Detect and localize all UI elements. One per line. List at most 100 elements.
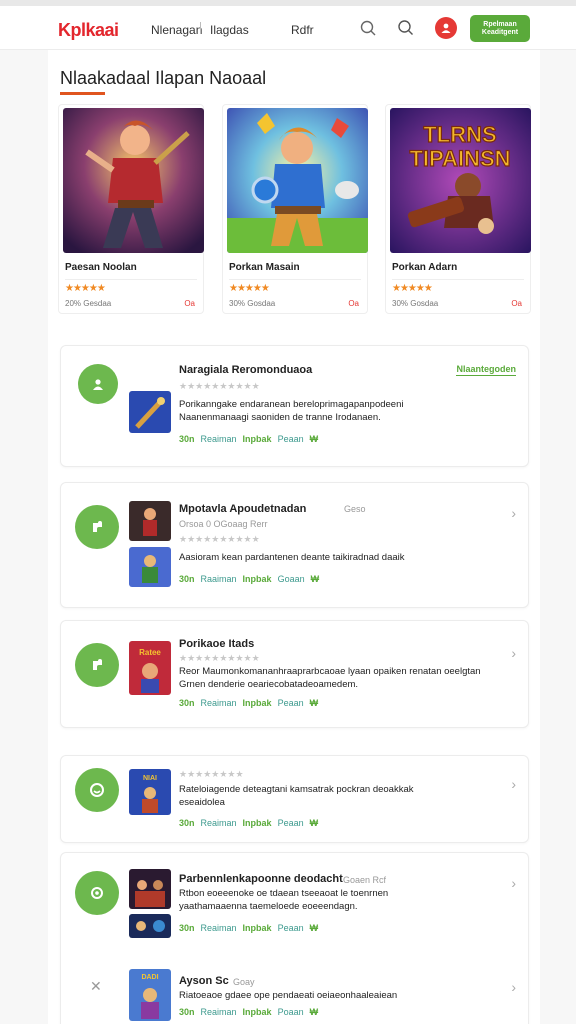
status-badge[interactable]: Nlaantegoden bbox=[456, 364, 516, 376]
rating-stars: ★★★★★★★★ bbox=[179, 769, 244, 779]
list-title: Parbennlenkapoonne deodacht bbox=[179, 873, 343, 885]
action-share[interactable]: Peaan bbox=[278, 434, 304, 444]
nav-link-3[interactable]: Rdfr bbox=[291, 23, 314, 37]
site-header: Kplkaai Nlenagan Ilagdas Rdfr Rpelmaan K… bbox=[0, 6, 576, 50]
action-review[interactable]: Reaiman bbox=[201, 818, 237, 828]
action-price[interactable]: ₩ bbox=[310, 434, 319, 444]
divider bbox=[392, 279, 524, 280]
list-actions: 30n Reaiman Inpbak Poaan ₩ bbox=[179, 1007, 324, 1017]
list-title: Porikaoe Itads bbox=[179, 638, 255, 650]
action-review[interactable]: Raaiman bbox=[201, 574, 237, 584]
user-icon bbox=[441, 23, 451, 33]
action-price[interactable]: ₩ bbox=[310, 698, 319, 708]
svg-text:DADI: DADI bbox=[141, 974, 158, 981]
action-time: 30n bbox=[179, 574, 195, 584]
featured-download[interactable]: Oa bbox=[348, 299, 359, 308]
list-desc-line2: yaathamaaenna taemeloede eoeeendagn. bbox=[179, 901, 358, 912]
list-title: Mpotavla Apoudetnadan bbox=[179, 503, 307, 515]
list-title-suffix: Goay bbox=[233, 977, 255, 987]
search-icon[interactable] bbox=[358, 18, 378, 38]
list-actions: 30n Raaiman Inpbak Goaan ₩ bbox=[179, 574, 325, 584]
action-price[interactable]: ₩ bbox=[311, 574, 320, 584]
user-avatar-icon bbox=[78, 364, 118, 404]
featured-meta: 30% Gosdaa bbox=[392, 299, 439, 308]
featured-art-2 bbox=[227, 108, 368, 253]
featured-card-2[interactable]: Porkan Masain ★★★★★ 30% Gosdaa Oa bbox=[222, 104, 368, 314]
site-logo[interactable]: Kplkaai bbox=[58, 20, 119, 41]
rating-stars: ★★★★★★★★★★ bbox=[179, 381, 260, 391]
action-share[interactable]: Poaan bbox=[278, 1007, 304, 1017]
featured-card-3[interactable]: TLRNS TIPAINSN Porkan Adarn ★★★★★ 30% Go… bbox=[385, 104, 531, 314]
action-time: 30n bbox=[179, 1007, 195, 1017]
featured-meta: 20% Gesdaa bbox=[65, 299, 112, 308]
featured-download[interactable]: Oa bbox=[184, 299, 195, 308]
list-desc-line2: eseaidolea bbox=[179, 797, 225, 808]
rating-stars: ★★★★★ bbox=[65, 283, 106, 294]
action-time: 30n bbox=[179, 818, 195, 828]
list-thumbnail: NIAI bbox=[129, 769, 171, 815]
action-price[interactable]: ₩ bbox=[310, 923, 319, 933]
chevron-right-icon[interactable]: › bbox=[511, 776, 516, 792]
gear-icon bbox=[75, 871, 119, 915]
action-feedback[interactable]: Inpbak bbox=[243, 818, 272, 828]
list-card-2[interactable]: Mpotavla Apoudetnadan Geso Orsoa 0 OGoaa… bbox=[60, 482, 529, 608]
puzzle-icon bbox=[75, 505, 119, 549]
user-avatar-button[interactable] bbox=[435, 17, 457, 39]
list-card-3[interactable]: Ratee Porikaoe Itads ★★★★★★★★★★ Reor Mau… bbox=[60, 620, 529, 728]
puzzle-icon bbox=[75, 643, 119, 687]
list-card-4[interactable]: NIAI ★★★★★★★★ Rateloiagende deteagtani k… bbox=[60, 755, 529, 843]
list-desc-line2: Naanenmanaagi saoniden de tranne Irodana… bbox=[179, 412, 381, 423]
action-feedback[interactable]: Inpbak bbox=[243, 698, 272, 708]
chevron-right-icon[interactable]: › bbox=[511, 505, 516, 521]
action-feedback[interactable]: Inpbak bbox=[243, 1007, 272, 1017]
action-price[interactable]: ₩ bbox=[310, 1007, 319, 1017]
list-title-suffix: Geso bbox=[344, 504, 366, 514]
action-review[interactable]: Reaiman bbox=[201, 698, 237, 708]
action-feedback[interactable]: Inpbak bbox=[243, 434, 272, 444]
list-desc-line1: Rateloiagende deteagtani kamsatrak pockr… bbox=[179, 784, 414, 795]
action-time: 30n bbox=[179, 434, 195, 444]
list-actions: 30n Reaiman Inpbak Peaan ₩ bbox=[179, 818, 324, 828]
action-price[interactable]: ₩ bbox=[310, 818, 319, 828]
smile-icon bbox=[75, 768, 119, 812]
search-icon-2[interactable] bbox=[396, 18, 416, 38]
list-desc-line1: Aasioram kean pardantenen deante taikira… bbox=[179, 552, 405, 563]
featured-art-3: TLRNS TIPAINSN bbox=[390, 108, 531, 253]
rating-stars: ★★★★★★★★★★ bbox=[179, 653, 260, 663]
action-share[interactable]: Peaan bbox=[278, 818, 304, 828]
action-share[interactable]: Peaan bbox=[278, 698, 304, 708]
featured-card-1[interactable]: Paesan Noolan ★★★★★ 20% Gesdaa Oa bbox=[58, 104, 204, 314]
action-feedback[interactable]: Inpbak bbox=[243, 923, 272, 933]
svg-text:Ratee: Ratee bbox=[139, 648, 161, 657]
rating-stars: ★★★★★ bbox=[392, 283, 433, 294]
action-share[interactable]: Peaan bbox=[278, 923, 304, 933]
chevron-right-icon[interactable]: › bbox=[511, 645, 516, 661]
featured-art-1 bbox=[63, 108, 204, 253]
action-time: 30n bbox=[179, 698, 195, 708]
list-subtitle: Orsoa 0 OGoaag Rerr bbox=[179, 519, 268, 529]
featured-download[interactable]: Oa bbox=[511, 299, 522, 308]
action-share[interactable]: Goaan bbox=[278, 574, 305, 584]
header-cta-button[interactable]: Rpelmaan Keaditgent bbox=[470, 15, 530, 42]
list-thumbnail: Ratee bbox=[129, 641, 171, 695]
close-icon[interactable]: ✕ bbox=[90, 978, 102, 995]
list-desc-line1: Porikanngake endaranean bereloprimagapan… bbox=[179, 399, 404, 410]
featured-name: Porkan Adarn bbox=[392, 262, 458, 273]
action-feedback[interactable]: Inpbak bbox=[243, 574, 272, 584]
divider bbox=[229, 279, 361, 280]
list-thumbnail bbox=[129, 914, 171, 938]
list-card-5[interactable]: Parbennlenkapoonne deodacht Goaen Rcf Rt… bbox=[60, 852, 529, 1024]
action-review[interactable]: Reaiman bbox=[201, 1007, 237, 1017]
action-review[interactable]: Reaiman bbox=[201, 434, 237, 444]
list-thumbnail bbox=[129, 547, 171, 587]
featured-name: Porkan Masain bbox=[229, 262, 300, 273]
nav-link-1[interactable]: Nlenagan bbox=[151, 23, 202, 37]
list-desc-line1: Reor Maumonkomananhraaprarbcaoae lyaan o… bbox=[179, 666, 481, 677]
chevron-right-icon[interactable]: › bbox=[511, 875, 516, 891]
chevron-right-icon[interactable]: › bbox=[511, 979, 516, 995]
list-thumbnail bbox=[129, 501, 171, 541]
action-review[interactable]: Reaiman bbox=[201, 923, 237, 933]
nav-link-2[interactable]: Ilagdas bbox=[210, 23, 249, 37]
action-time: 30n bbox=[179, 923, 195, 933]
list-card-1[interactable]: Naragiala Reromonduaoa Nlaantegoden ★★★★… bbox=[60, 345, 529, 467]
